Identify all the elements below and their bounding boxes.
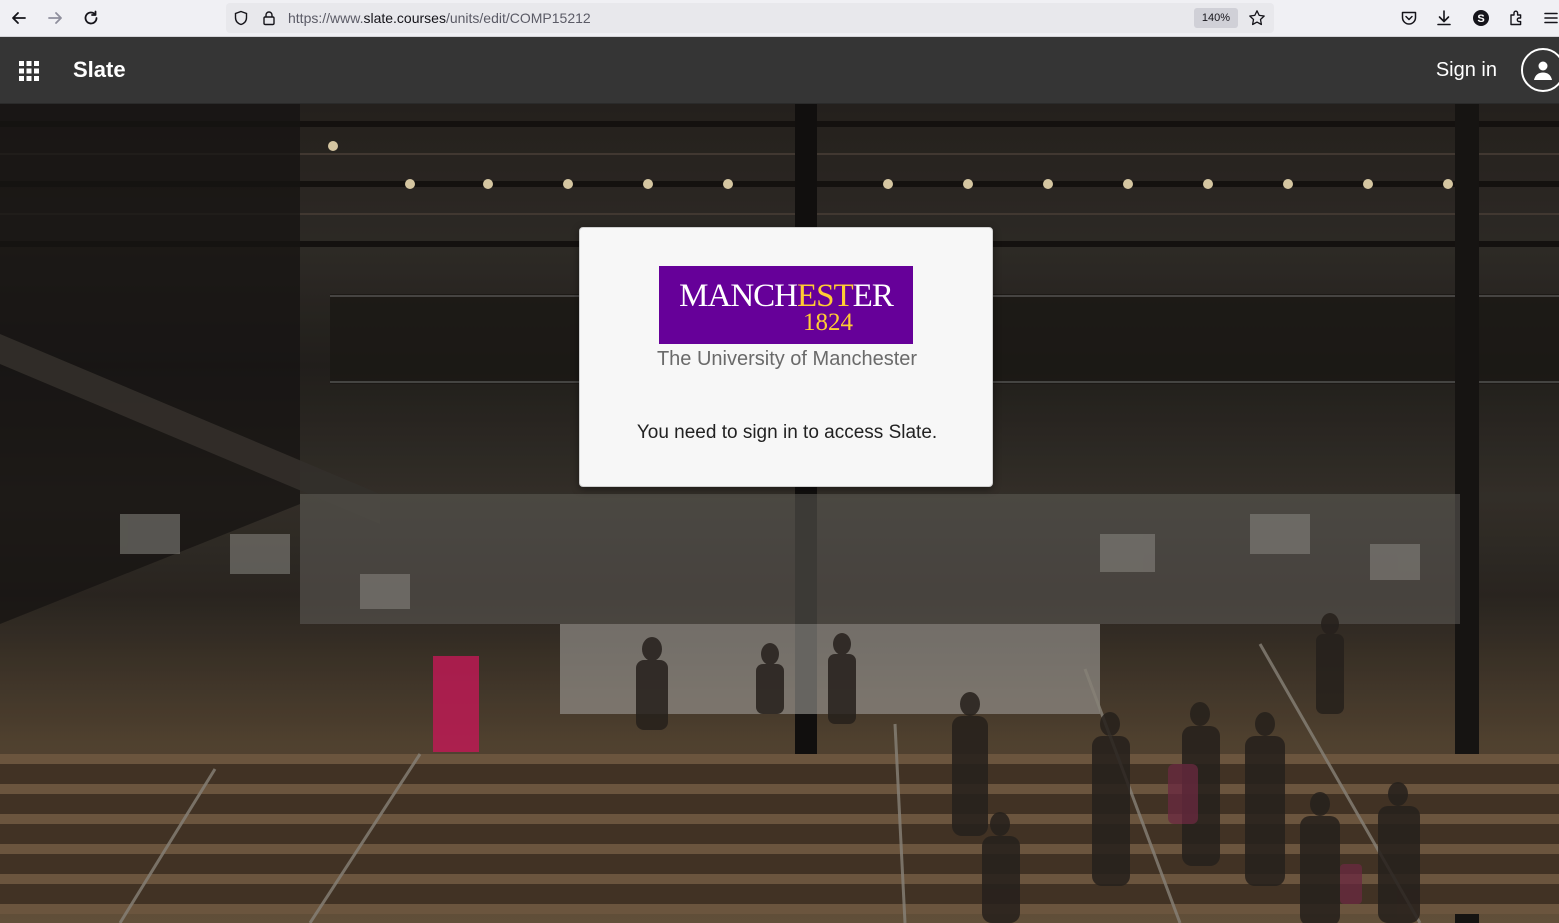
browser-toolbar: https://www.slate.courses/units/edit/COM…: [0, 0, 1559, 37]
url-host: slate.courses: [363, 10, 446, 26]
logo-word-part1: MANCH: [679, 278, 798, 314]
shield-icon[interactable]: [230, 7, 252, 29]
logo-wordmark: MANCHESTER: [659, 278, 913, 314]
apps-grid-icon[interactable]: [18, 60, 40, 82]
address-bar[interactable]: https://www.slate.courses/units/edit/COM…: [226, 3, 1274, 33]
logo-year: 1824: [803, 309, 853, 336]
menu-icon[interactable]: [1540, 7, 1559, 29]
reload-icon[interactable]: [79, 6, 103, 30]
url-path: /units/edit/COMP15212: [445, 10, 591, 26]
app-title[interactable]: Slate: [73, 37, 126, 103]
university-logo: MANCHESTER 1824: [659, 266, 913, 344]
back-icon[interactable]: [7, 6, 31, 30]
app-header: Slate Sign in: [0, 37, 1559, 104]
account-initial: S: [1477, 13, 1484, 25]
account-icon[interactable]: S: [1470, 7, 1492, 29]
star-icon[interactable]: [1246, 7, 1268, 29]
pocket-icon[interactable]: [1398, 7, 1420, 29]
sign-in-required-dialog: MANCHESTER 1824 The University of Manche…: [579, 227, 993, 487]
user-avatar-icon[interactable]: [1521, 48, 1559, 92]
sign-in-message: You need to sign in to access Slate.: [636, 422, 938, 443]
lock-icon[interactable]: [258, 7, 280, 29]
url-prefix: https://www.: [288, 10, 364, 26]
sign-in-link[interactable]: Sign in: [1436, 37, 1497, 103]
url-text[interactable]: https://www.slate.courses/units/edit/COM…: [288, 3, 591, 33]
download-icon[interactable]: [1433, 7, 1455, 29]
forward-icon[interactable]: [43, 6, 67, 30]
extensions-icon[interactable]: [1506, 7, 1528, 29]
logo-word-part3: ER: [852, 278, 894, 314]
zoom-level-badge[interactable]: 140%: [1193, 8, 1238, 28]
university-name: The University of Manchester: [656, 348, 918, 370]
